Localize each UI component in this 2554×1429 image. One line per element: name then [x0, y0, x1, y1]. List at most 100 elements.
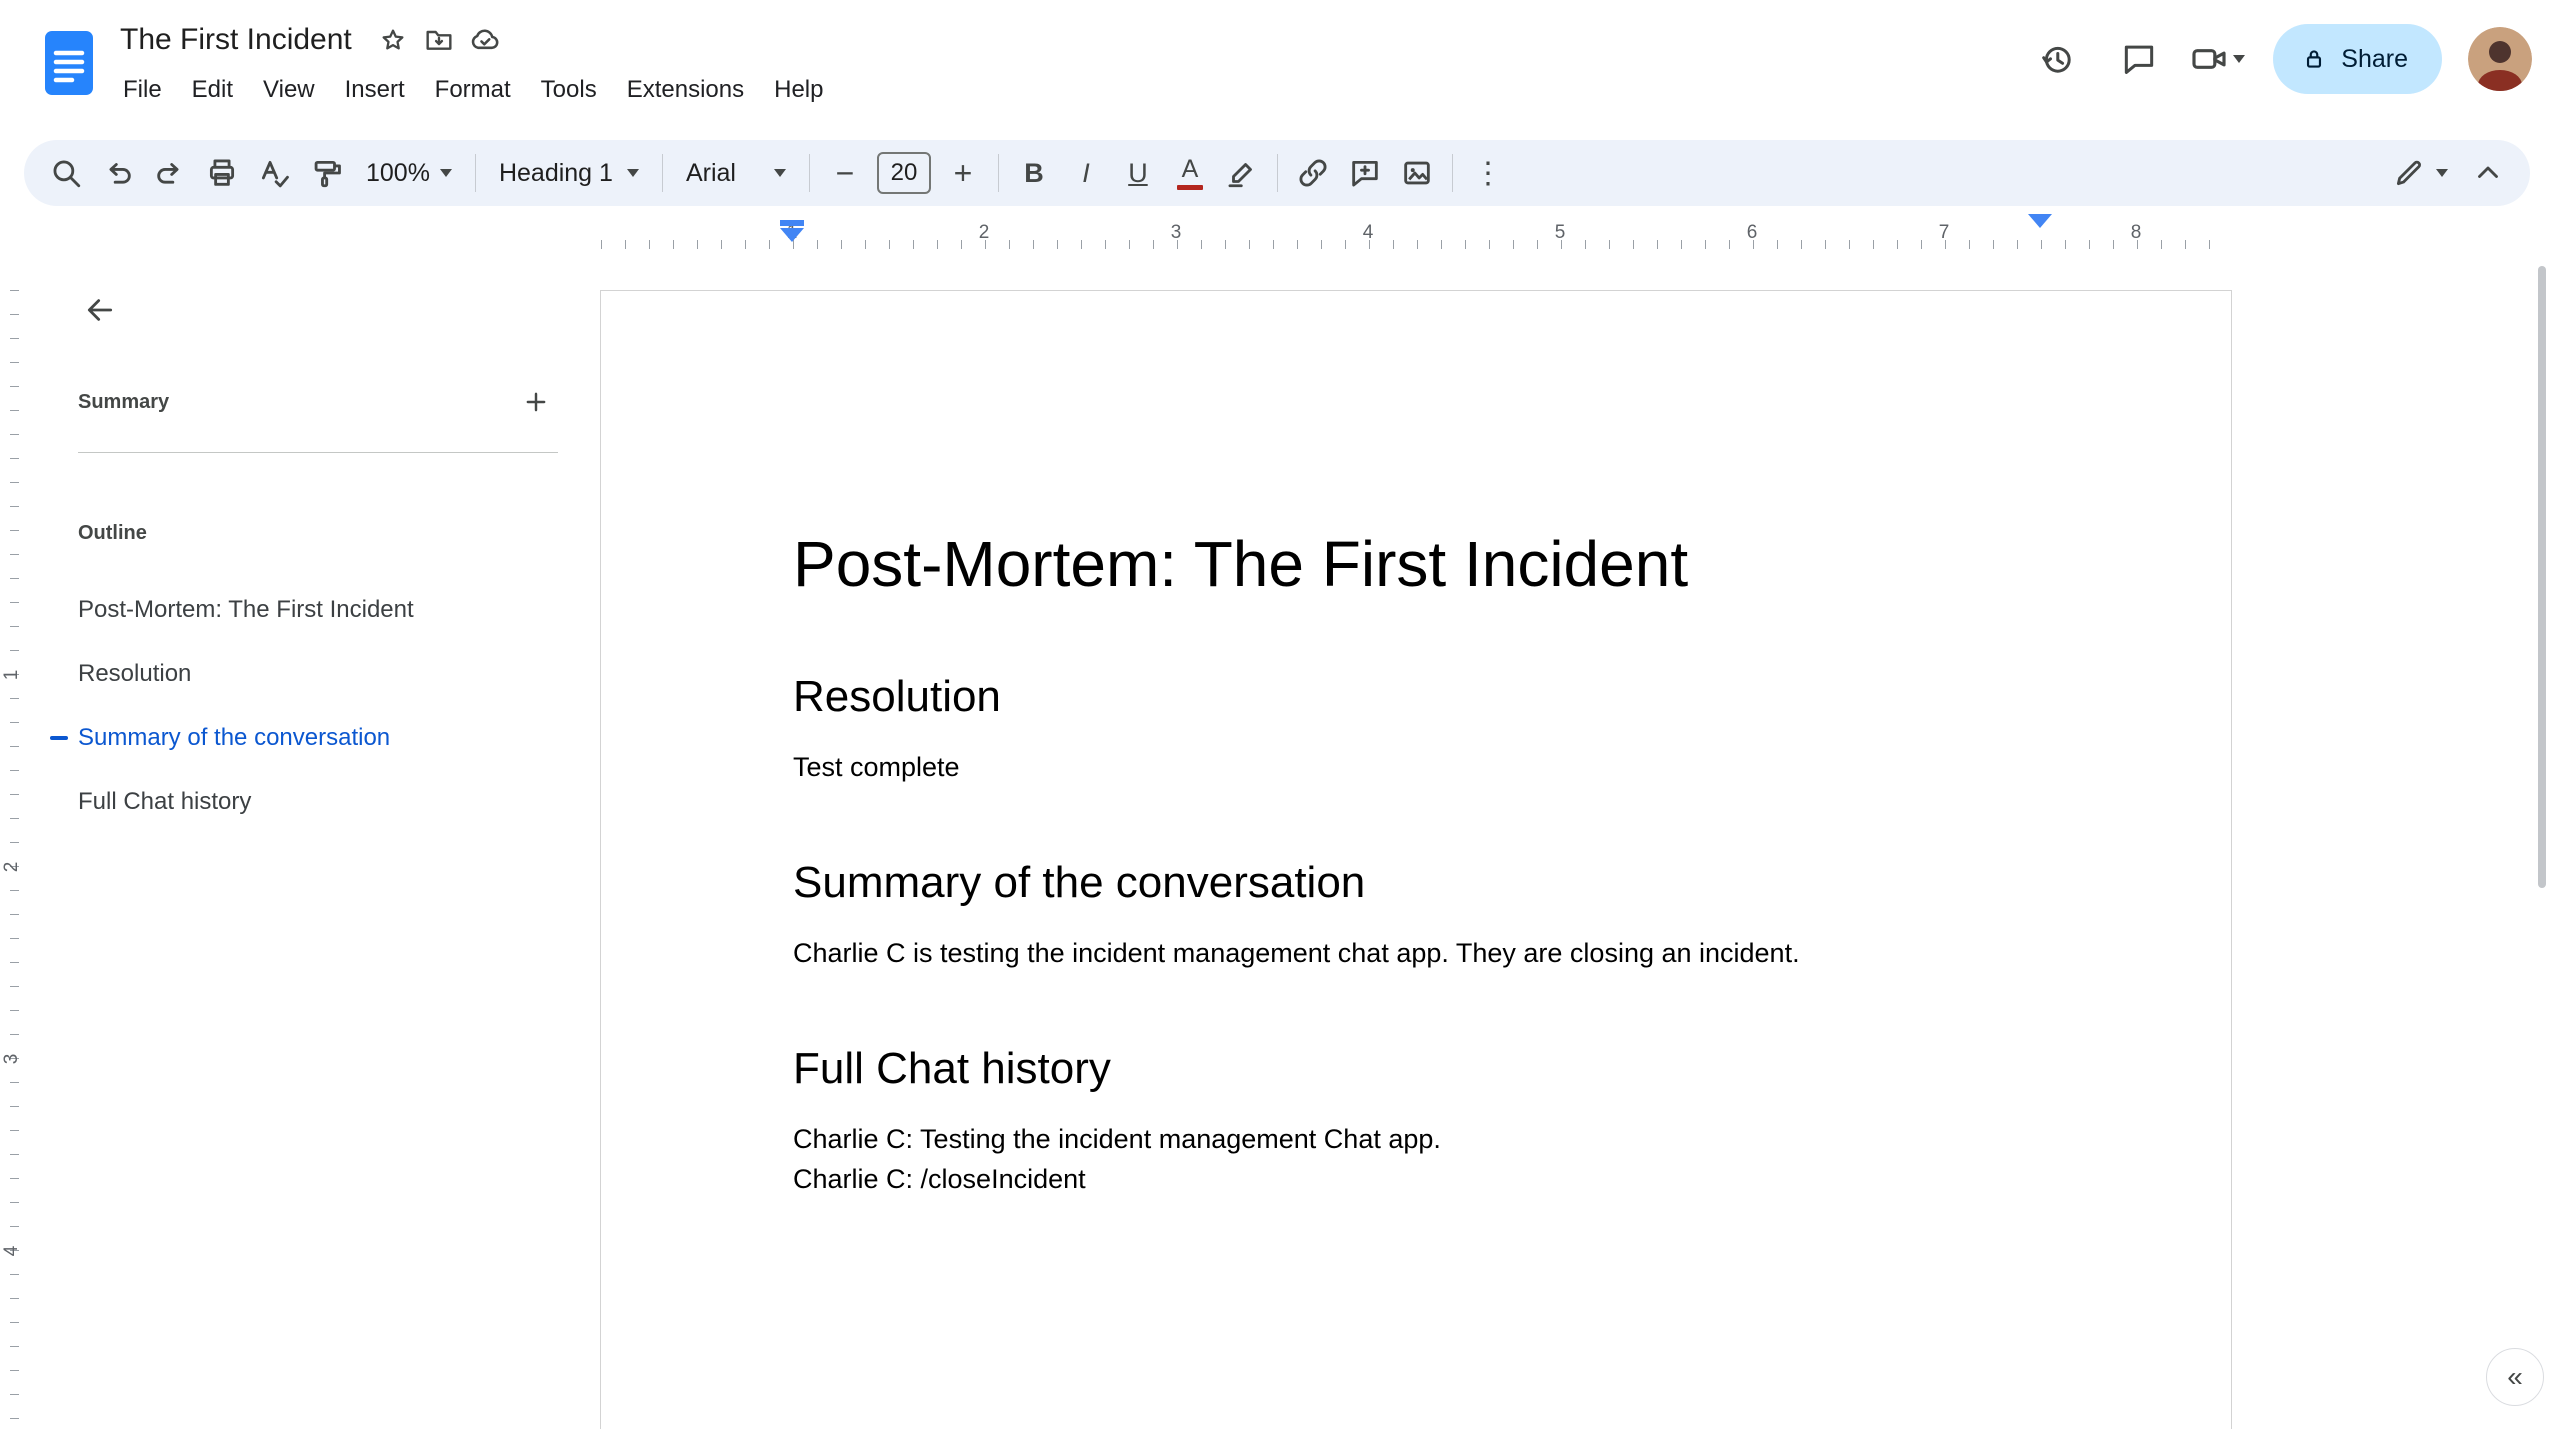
docs-icon [45, 31, 93, 95]
more-icon: ⋮ [1472, 156, 1503, 190]
undo-button[interactable] [92, 147, 144, 199]
decrease-font-size-button[interactable]: − [819, 147, 871, 199]
text-color-button[interactable]: A [1164, 147, 1216, 199]
bold-button[interactable]: B [1008, 147, 1060, 199]
paragraph-style-select[interactable]: Heading 1 [485, 147, 653, 199]
zoom-value: 100% [366, 158, 430, 187]
add-comment-icon [1352, 160, 1378, 187]
google-docs-logo[interactable] [44, 30, 94, 96]
videocam-icon [2192, 49, 2226, 69]
search-menus-button[interactable] [40, 147, 92, 199]
ruler-label: 7 [1938, 222, 1950, 243]
menu-file[interactable]: File [108, 68, 177, 112]
toolbar-divider [1276, 154, 1278, 192]
ruler-label: 2 [1, 861, 22, 873]
doc-paragraph[interactable]: Charlie C: Testing the incident manageme… [793, 1119, 2039, 1159]
menu-extensions[interactable]: Extensions [612, 68, 759, 112]
star-icon [382, 29, 404, 50]
document-page[interactable]: Post-Mortem: The First Incident Resoluti… [600, 290, 2232, 1429]
menu-edit[interactable]: Edit [177, 68, 248, 112]
doc-heading-chat-history[interactable]: Full Chat history [793, 1043, 2039, 1095]
plus-icon: + [953, 154, 973, 191]
add-comment-button[interactable] [1339, 147, 1391, 199]
underline-button[interactable]: U [1112, 147, 1164, 199]
ruler-label: 2 [978, 222, 990, 243]
doc-paragraph[interactable]: Charlie C: /closeIncident [793, 1159, 2039, 1199]
doc-heading-resolution[interactable]: Resolution [793, 671, 2039, 723]
doc-heading-summary[interactable]: Summary of the conversation [793, 857, 2039, 909]
menu-help[interactable]: Help [759, 68, 838, 112]
redo-button[interactable] [144, 147, 196, 199]
menu-format[interactable]: Format [420, 68, 526, 112]
doc-heading-1[interactable]: Post-Mortem: The First Incident [793, 527, 2039, 601]
outline-item[interactable]: Full Chat history [0, 770, 584, 834]
doc-paragraph[interactable]: Charlie C is testing the incident manage… [793, 933, 2039, 973]
app-header: The First Incident File Edit View Insert… [0, 0, 2554, 132]
outline-item[interactable]: Post-Mortem: The First Incident [0, 578, 584, 642]
outline-item[interactable]: Resolution [0, 642, 584, 706]
account-avatar[interactable] [2468, 27, 2532, 91]
document-status-button[interactable] [462, 17, 508, 63]
outline-item-active[interactable]: Summary of the conversation [0, 706, 584, 770]
more-tools-button[interactable]: ⋮ [1462, 147, 1514, 199]
italic-button[interactable]: I [1060, 147, 1112, 199]
comments-button[interactable] [2107, 27, 2171, 91]
left-indent-marker[interactable] [768, 220, 816, 242]
vertical-scrollbar[interactable] [2538, 266, 2546, 888]
left-indent-triangle-icon [780, 228, 804, 242]
font-size-input[interactable]: 20 [876, 152, 931, 194]
vertical-ruler[interactable]: 1 2 3 4 [0, 256, 26, 1429]
toolbar-divider [997, 154, 999, 192]
highlighter-icon [1228, 163, 1252, 188]
toolbar-divider [1451, 154, 1453, 192]
add-summary-button[interactable] [514, 380, 558, 424]
toolbar: 100% Heading 1 Arial − 20 + B I U A ⋮ [24, 140, 2530, 206]
version-history-button[interactable] [2025, 27, 2089, 91]
videocam-caret-icon [2233, 55, 2246, 63]
text-color-icon: A [1176, 156, 1203, 190]
move-to-folder-button[interactable] [416, 17, 462, 63]
ruler-ticks [601, 240, 2231, 249]
share-button-label: Share [2341, 44, 2408, 73]
editing-mode-select[interactable] [2378, 147, 2462, 199]
redo-icon [157, 163, 179, 184]
editing-mode-caret-icon [2436, 169, 2448, 177]
comment-icon [2125, 45, 2154, 74]
menu-bar: File Edit View Insert Format Tools Exten… [108, 68, 838, 112]
insert-image-button[interactable] [1391, 147, 1443, 199]
plus-icon [526, 392, 546, 412]
menu-tools[interactable]: Tools [526, 68, 612, 112]
side-panel-toggle-button[interactable]: « [2486, 1348, 2544, 1406]
share-button[interactable]: Share [2273, 24, 2442, 94]
ruler-label: 4 [1, 1245, 22, 1257]
increase-font-size-button[interactable]: + [937, 147, 989, 199]
zoom-select[interactable]: 100% [352, 147, 466, 199]
document-title[interactable]: The First Incident [120, 23, 352, 57]
right-indent-triangle-icon [2028, 214, 2052, 245]
history-icon [2042, 46, 2071, 73]
horizontal-ruler[interactable]: 1 2 3 4 5 6 7 8 [0, 214, 2554, 256]
print-button[interactable] [196, 147, 248, 199]
font-family-select[interactable]: Arial [672, 147, 800, 199]
star-button[interactable] [370, 17, 416, 63]
undo-icon [109, 163, 131, 184]
doc-paragraph[interactable]: Test complete [793, 747, 2039, 787]
paint-format-button[interactable] [300, 147, 352, 199]
menu-view[interactable]: View [248, 68, 330, 112]
summary-label: Summary [78, 390, 170, 413]
toolbar-divider [474, 154, 476, 192]
ruler-label: 8 [2130, 222, 2142, 243]
document-content[interactable]: Post-Mortem: The First Incident Resoluti… [601, 291, 2231, 1199]
outline-list: Post-Mortem: The First Incident Resoluti… [0, 578, 584, 834]
menu-insert[interactable]: Insert [330, 68, 420, 112]
insert-link-button[interactable] [1287, 147, 1339, 199]
lock-icon [2307, 50, 2322, 68]
spelling-grammar-button[interactable] [248, 147, 300, 199]
join-call-button[interactable] [2189, 39, 2246, 79]
hide-menus-button[interactable] [2462, 147, 2514, 199]
style-caret-icon [626, 169, 639, 177]
first-line-indent-marker[interactable] [780, 220, 804, 226]
close-outline-button[interactable] [72, 282, 128, 338]
right-indent-marker[interactable] [2028, 214, 2052, 246]
highlight-color-button[interactable] [1216, 147, 1268, 199]
